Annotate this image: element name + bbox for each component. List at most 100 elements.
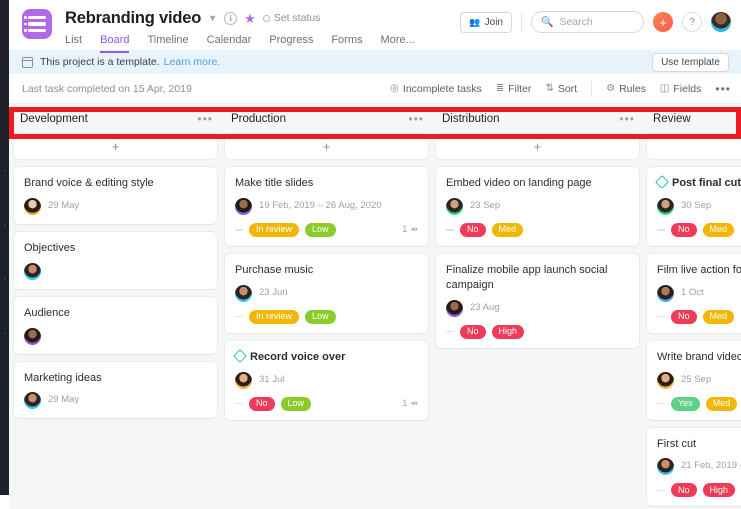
card-due-date: 25 Sep: [681, 373, 712, 385]
task-card[interactable]: Objectives: [14, 231, 217, 289]
add-card-button[interactable]: +: [436, 134, 639, 159]
ellipsis-icon[interactable]: •••: [408, 112, 424, 126]
add-card-button[interactable]: +: [225, 134, 428, 159]
task-card[interactable]: Audience: [14, 296, 217, 354]
task-card[interactable]: Write brand video sc 25 Sep Yes Med: [647, 340, 741, 420]
add-card-button[interactable]: +: [647, 134, 741, 159]
task-card[interactable]: Post final cut on 30 Sep No Med: [647, 167, 741, 246]
tab-timeline[interactable]: Timeline: [147, 34, 188, 53]
tab-board[interactable]: Board: [100, 34, 130, 53]
empty-field-dash: [657, 402, 665, 405]
task-card[interactable]: Finalize mobile app launch social campai…: [436, 253, 639, 348]
empty-field-dash: [235, 402, 243, 405]
ellipsis-icon[interactable]: •••: [619, 112, 635, 126]
star-icon[interactable]: ★: [244, 12, 256, 25]
task-card[interactable]: Make title slides 19 Feb, 2019 – 26 Aug, …: [225, 167, 428, 246]
card-title-row: Make title slides: [235, 176, 418, 191]
card-meta: 21 Feb, 2019 – 25, 2020: [657, 458, 741, 476]
task-card[interactable]: Film live action foota 1 Oct No Med: [647, 253, 741, 333]
join-label: Join: [484, 16, 503, 28]
search-box[interactable]: 🔍: [531, 11, 644, 33]
assignee-avatar[interactable]: [446, 197, 463, 215]
rail-dot: [3, 224, 6, 226]
milestone-diamond-icon: [232, 348, 248, 363]
rules-icon: ⚙: [606, 83, 616, 94]
tab-progress[interactable]: Progress: [269, 34, 313, 53]
card-title-row: Audience: [24, 306, 207, 321]
task-card[interactable]: Record voice over 31 Jul No Low 1 ⇴: [225, 340, 428, 420]
status-badge: No: [671, 309, 697, 324]
assignee-avatar[interactable]: [24, 327, 41, 345]
task-card[interactable]: Brand voice & editing style 29 May: [14, 167, 217, 224]
assignee-avatar[interactable]: [24, 197, 41, 215]
assignee-avatar[interactable]: [24, 392, 41, 410]
incomplete-tasks-button[interactable]: ◎ Incomplete tasks: [390, 83, 482, 95]
use-template-button[interactable]: Use template: [652, 52, 729, 72]
left-nav-rail[interactable]: [0, 0, 9, 495]
empty-field-dash: [446, 330, 454, 333]
tab-list[interactable]: List: [65, 34, 82, 53]
card-footer: No High: [657, 483, 741, 498]
card-due-date: 23 Jun: [259, 286, 288, 298]
help-button[interactable]: ?: [682, 12, 702, 32]
add-card-button[interactable]: +: [14, 134, 217, 159]
chevron-down-icon[interactable]: ▼: [208, 13, 217, 23]
status-badge: High: [491, 324, 525, 339]
avatar[interactable]: [711, 12, 731, 32]
column-title: Development: [20, 113, 88, 125]
assignee-avatar[interactable]: [657, 371, 674, 389]
subtask-count-value: 1: [402, 398, 408, 410]
assignee-avatar[interactable]: [657, 197, 674, 215]
set-status-button[interactable]: Set status: [262, 12, 320, 24]
info-icon[interactable]: i: [224, 11, 238, 25]
assignee-avatar[interactable]: [235, 197, 252, 215]
empty-field-dash: [657, 229, 665, 231]
sort-button[interactable]: ⇅ Sort: [545, 83, 577, 95]
check-circle-icon: ◎: [390, 83, 399, 94]
card-meta: [24, 327, 207, 345]
join-button[interactable]: 👥 Join: [460, 11, 512, 33]
card-list: Make title slides 19 Feb, 2019 – 26 Aug, …: [225, 167, 428, 420]
toolbar-more-button[interactable]: •••: [715, 82, 731, 96]
ellipsis-icon[interactable]: •••: [197, 112, 213, 126]
card-meta: 23 Jun: [235, 284, 418, 302]
card-title-row: Film live action foota: [657, 263, 741, 278]
card-footer: In review Low 1 ⇴: [235, 222, 418, 237]
card-title: Post final cut on: [672, 177, 741, 189]
view-tabs: List Board Timeline Calendar Progress Fo…: [65, 34, 460, 53]
template-icon: [22, 56, 33, 68]
assignee-avatar[interactable]: [446, 299, 463, 317]
sort-label: Sort: [557, 82, 578, 95]
assignee-avatar[interactable]: [657, 458, 674, 476]
assignee-avatar[interactable]: [235, 371, 252, 389]
task-card[interactable]: Marketing ideas 29 May: [14, 361, 217, 419]
filter-button[interactable]: ≣ Filter: [496, 83, 532, 95]
assignee-avatar[interactable]: [24, 262, 41, 280]
learn-more-link[interactable]: Learn more.: [164, 56, 221, 68]
rules-button[interactable]: ⚙ Rules: [606, 83, 646, 95]
card-title: Audience: [24, 306, 70, 319]
tab-forms[interactable]: Forms: [331, 34, 362, 53]
status-badge: High: [702, 483, 736, 498]
empty-field-dash: [657, 315, 665, 318]
fields-button[interactable]: ◫ Fields: [660, 83, 701, 95]
template-banner-text: This project is a template.: [40, 56, 160, 68]
tab-calendar[interactable]: Calendar: [207, 34, 252, 53]
search-input[interactable]: [559, 16, 634, 28]
card-title: First cut: [657, 437, 697, 450]
subtask-icon: ⇴: [410, 398, 418, 409]
subtask-icon: ⇴: [410, 224, 418, 235]
last-task-status: Last task completed on 15 Apr, 2019: [22, 82, 192, 95]
task-card[interactable]: Embed video on landing page 23 Sep No Med: [436, 167, 639, 246]
assignee-avatar[interactable]: [657, 284, 674, 302]
card-meta: 29 May: [24, 197, 207, 215]
add-button[interactable]: +: [653, 12, 673, 32]
main-area: Rebranding video ▼ i ★ Set status List B…: [9, 0, 741, 509]
task-card[interactable]: Purchase music 23 Jun In review Low: [225, 253, 428, 333]
tab-more[interactable]: More...: [381, 34, 415, 53]
card-meta: 23 Sep: [446, 197, 629, 215]
assignee-avatar[interactable]: [235, 284, 252, 302]
column-title: Distribution: [442, 113, 500, 125]
task-card[interactable]: First cut 21 Feb, 2019 – 25, 2020 No High: [647, 427, 741, 507]
header-divider: [521, 12, 522, 32]
